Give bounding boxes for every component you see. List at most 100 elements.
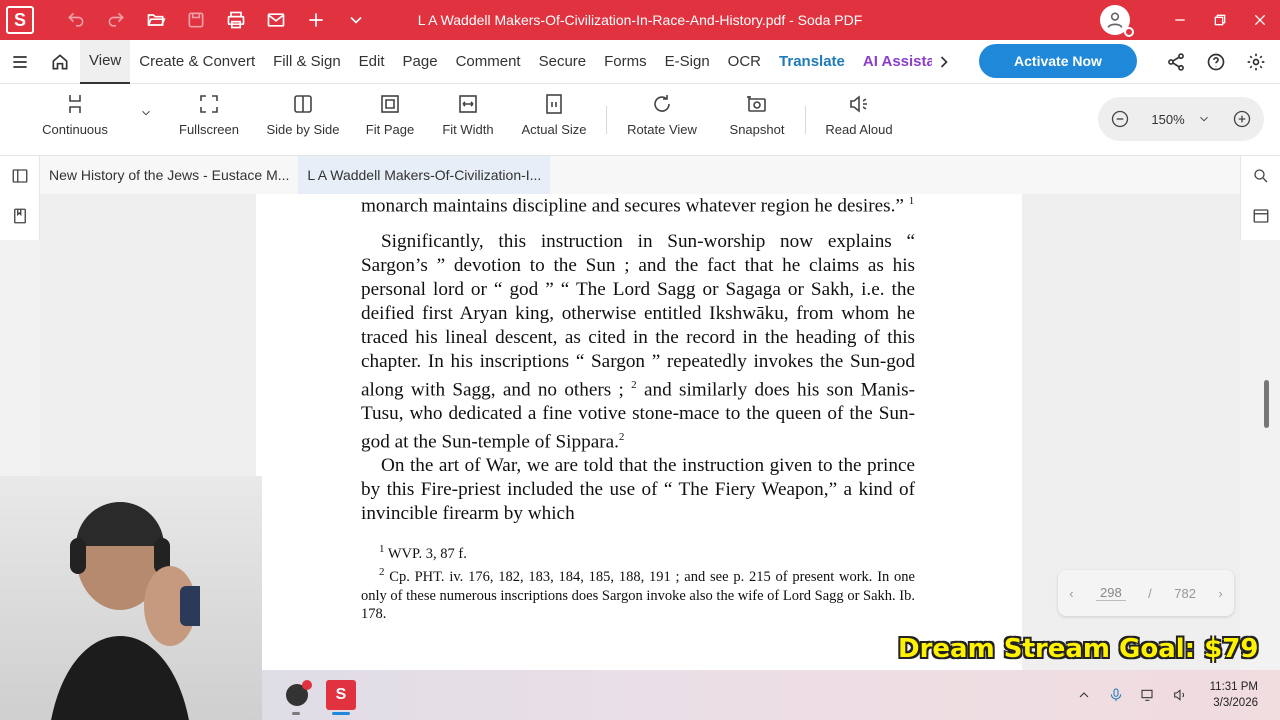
vertical-scrollbar[interactable] (1264, 380, 1269, 428)
menu-edit[interactable]: Edit (350, 40, 394, 84)
footnote: 2 Cp. PHT. iv. 176, 182, 183, 184, 185, … (361, 566, 915, 623)
menu-e-sign[interactable]: E-Sign (656, 40, 719, 84)
chevron-down-icon (142, 110, 150, 116)
streamer-webcam-image (51, 502, 200, 720)
tab-new-history-of-the-jews[interactable]: New History of the Jews - Eustace M... (40, 156, 298, 194)
right-panel-icon[interactable] (1241, 196, 1280, 236)
hamburger-menu-icon[interactable] (0, 40, 40, 84)
panel-toggle-icon[interactable] (0, 156, 40, 196)
obs-app-icon[interactable] (282, 680, 312, 710)
menu-secure[interactable]: Secure (530, 40, 596, 84)
side-by-side-icon (294, 95, 312, 113)
speaker-icon (850, 95, 867, 113)
restore-button[interactable] (1200, 0, 1240, 40)
notification-dot (1124, 27, 1134, 37)
save-icon[interactable] (176, 0, 216, 40)
tab-makers-of-civilization[interactable]: L A Waddell Makers-Of-Civilization-I... (298, 156, 551, 194)
menu-translate[interactable]: Translate (770, 40, 854, 84)
activate-now-button[interactable]: Activate Now (979, 44, 1137, 78)
menu-comment[interactable]: Comment (447, 40, 530, 84)
plus-icon[interactable] (296, 0, 336, 40)
display-icon[interactable] (1132, 670, 1164, 720)
menu-bar: View Create & Convert Fill & Sign Edit P… (0, 39, 1280, 84)
pdf-page: monarch maintains discipline and secures… (256, 194, 1022, 670)
fit-page-button[interactable]: Fit Page (364, 92, 416, 148)
system-clock[interactable]: 11:31 PM 3/3/2026 (1196, 679, 1280, 711)
actual-size-button[interactable]: Actual Size (520, 92, 588, 148)
settings-gear-icon[interactable] (1236, 40, 1276, 84)
home-icon[interactable] (40, 40, 80, 84)
minimize-button[interactable] (1160, 0, 1200, 40)
soda-pdf-app-icon[interactable]: S (326, 680, 356, 710)
volume-icon[interactable] (1164, 670, 1196, 720)
menu-create-convert[interactable]: Create & Convert (130, 40, 264, 84)
total-pages: 782 (1174, 585, 1196, 601)
view-toolbar: Continuous Fullscreen Side by Side Fit P… (0, 84, 1280, 156)
page-separator: / (1148, 585, 1152, 601)
footnotes: 1 WVP. 3, 87 f. 2 Cp. PHT. iv. 176, 182,… (361, 540, 915, 624)
page-text: monarch maintains discipline and secures… (361, 190, 915, 624)
rotate-icon (654, 95, 670, 112)
print-icon[interactable] (216, 0, 256, 40)
current-page-input[interactable]: 298 (1096, 585, 1126, 601)
menu-view[interactable]: View (80, 39, 131, 84)
stream-goal-overlay: Dream Stream Goal: $79 (898, 634, 1259, 664)
fit-width-button[interactable]: Fit Width (440, 92, 496, 148)
continuous-dropdown[interactable] (136, 106, 156, 162)
undo-icon[interactable] (56, 0, 96, 40)
continuous-icon (69, 95, 81, 113)
chevron-down-icon[interactable] (336, 0, 376, 40)
fullscreen-icon (200, 95, 218, 113)
user-icon (1107, 12, 1123, 28)
zoom-in-icon[interactable] (1232, 109, 1252, 129)
toolbar-divider (805, 106, 806, 134)
menu-fill-sign[interactable]: Fill & Sign (264, 40, 350, 84)
read-aloud-button[interactable]: Read Aloud (824, 92, 894, 148)
tray-expand-icon[interactable] (1068, 670, 1100, 720)
rotate-view-button[interactable]: Rotate View (626, 92, 698, 148)
close-button[interactable] (1240, 0, 1280, 40)
chevron-right-icon[interactable] (932, 40, 956, 84)
page-navigator: ‹ 298 / 782 › (1058, 570, 1234, 616)
paragraph: On the art of War, we are told that the … (361, 455, 915, 525)
zoom-out-icon[interactable] (1110, 109, 1130, 129)
redo-icon[interactable] (96, 0, 136, 40)
bookmark-icon[interactable] (0, 196, 40, 236)
right-panel-rail (1240, 156, 1280, 240)
document-tabs: New History of the Jews - Eustace M... L… (40, 156, 1240, 194)
email-icon[interactable] (256, 0, 296, 40)
app-indicator (292, 712, 300, 715)
zoom-select[interactable]: 150% (1151, 112, 1210, 127)
search-icon[interactable] (1241, 156, 1280, 196)
webcam-overlay (0, 476, 262, 720)
share-icon[interactable] (1156, 40, 1196, 84)
title-bar: S L A Waddell Makers-Of-Civilization-In-… (0, 0, 1280, 40)
next-page-icon[interactable]: › (1218, 586, 1222, 601)
continuous-button[interactable]: Continuous (40, 92, 110, 148)
microphone-icon[interactable] (1100, 670, 1132, 720)
user-avatar[interactable] (1100, 5, 1134, 37)
footnote: 1 WVP. 3, 87 f. (379, 542, 467, 562)
paragraph: Significantly, this instruction in Sun-w… (361, 231, 916, 453)
open-folder-icon[interactable] (136, 0, 176, 40)
menu-page[interactable]: Page (394, 40, 447, 84)
previous-page-icon[interactable]: ‹ (1069, 586, 1073, 601)
actual-size-icon (546, 94, 562, 114)
chevron-down-icon (1199, 116, 1208, 122)
side-by-side-button[interactable]: Side by Side (265, 92, 341, 148)
zoom-level: 150% (1151, 111, 1185, 127)
snapshot-button[interactable]: Snapshot (728, 92, 786, 148)
menu-ai-assistant[interactable]: AI Assista (854, 40, 932, 84)
help-icon[interactable] (1196, 40, 1236, 84)
fit-width-icon (459, 95, 477, 113)
left-panel-rail (0, 156, 40, 240)
camera-icon (747, 96, 766, 112)
app-indicator (332, 712, 350, 715)
menu-forms[interactable]: Forms (595, 40, 656, 84)
text-line: monarch maintains discipline and secures… (361, 195, 915, 217)
fit-page-icon (381, 95, 399, 113)
toolbar-divider (606, 106, 607, 134)
fullscreen-button[interactable]: Fullscreen (176, 92, 242, 148)
menu-ocr[interactable]: OCR (719, 40, 770, 84)
soda-logo-icon[interactable]: S (6, 6, 34, 34)
